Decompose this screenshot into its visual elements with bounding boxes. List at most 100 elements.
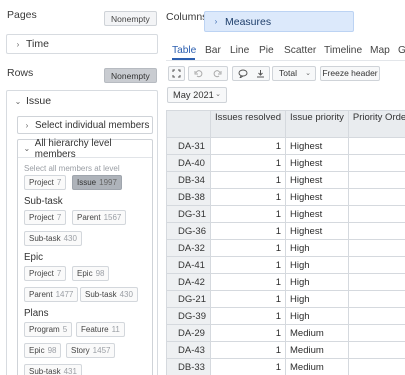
table-row: DA-411High2 bbox=[166, 256, 405, 274]
cell-issues-resolved: 1 bbox=[209, 154, 287, 172]
cell-priority-order: 1 bbox=[347, 154, 405, 172]
cell-priority-order: 3 bbox=[347, 324, 405, 342]
table-row: DG-211High2 bbox=[166, 290, 405, 308]
expand-button[interactable] bbox=[168, 66, 185, 81]
row-header-issue-key[interactable]: DG-36 bbox=[166, 222, 211, 240]
issue-header[interactable]: ⌄ Issue bbox=[7, 91, 157, 111]
tab-bar[interactable]: Bar bbox=[205, 45, 221, 56]
select-all-hint: Select all members at level bbox=[24, 164, 120, 173]
row-header-issue-key[interactable]: DA-43 bbox=[166, 341, 211, 359]
row-header-issue-key[interactable]: DB-34 bbox=[166, 171, 211, 189]
cell-issues-resolved: 1 bbox=[209, 239, 287, 257]
table-row: DG-311Highest1 bbox=[166, 205, 405, 223]
tab-more[interactable]: G bbox=[398, 45, 405, 56]
columns-title: Columns bbox=[166, 11, 208, 23]
tab-map[interactable]: Map bbox=[370, 45, 390, 56]
tab-line[interactable]: Line bbox=[230, 45, 249, 56]
chevron-right-icon: › bbox=[25, 120, 29, 130]
chip-subtask-subtask[interactable]: Sub-task 430 bbox=[24, 231, 82, 246]
cell-issues-resolved: 1 bbox=[209, 273, 287, 291]
header-issues-resolved[interactable]: Issues resolved bbox=[209, 110, 287, 138]
row-header-issue-key[interactable]: DG-39 bbox=[166, 307, 211, 325]
undo-icon[interactable] bbox=[191, 67, 206, 80]
header-priority-order[interactable]: Priority Order↑ bbox=[347, 110, 405, 138]
comment-icon[interactable] bbox=[235, 67, 250, 80]
corner-cell bbox=[166, 110, 211, 138]
row-header-issue-key[interactable]: DA-41 bbox=[166, 256, 211, 274]
cell-issues-resolved: 1 bbox=[209, 222, 287, 240]
chip-epic-parent[interactable]: Parent 1477 bbox=[24, 287, 79, 302]
total-dropdown[interactable]: Total ⌄ bbox=[272, 66, 316, 81]
cell-priority-order: 2 bbox=[347, 307, 405, 325]
all-hierarchy-header[interactable]: ⌄ All hierarchy level members bbox=[18, 138, 152, 160]
all-hierarchy-panel: ⌄ All hierarchy level members Select all… bbox=[17, 138, 153, 375]
tab-timeline[interactable]: Timeline bbox=[324, 45, 362, 56]
tab-table[interactable]: Table bbox=[172, 45, 196, 56]
chip-issue[interactable]: Issue 1997 bbox=[72, 175, 122, 190]
row-header-issue-key[interactable]: DG-21 bbox=[166, 290, 211, 308]
row-header-issue-key[interactable]: DG-31 bbox=[166, 205, 211, 223]
rows-title: Rows bbox=[7, 67, 34, 79]
cell-issue-priority: Medium bbox=[285, 341, 349, 359]
chip-epic-epic[interactable]: Epic 98 bbox=[72, 266, 110, 281]
row-header-issue-key[interactable]: DA-29 bbox=[166, 324, 211, 342]
chip-subtask-parent[interactable]: Parent 1567 bbox=[72, 210, 127, 225]
row-header-issue-key[interactable]: DB-38 bbox=[166, 188, 211, 206]
comment-export-group bbox=[232, 66, 270, 81]
cell-issue-priority: Highest bbox=[285, 205, 349, 223]
chip-epic-subtask[interactable]: Sub-task 430 bbox=[80, 287, 138, 302]
table-row: DA-291Medium3 bbox=[166, 324, 405, 342]
cell-issues-resolved: 1 bbox=[209, 358, 287, 375]
cell-issues-resolved: 1 bbox=[209, 341, 287, 359]
row-header-issue-key[interactable]: DB-33 bbox=[166, 358, 211, 375]
time-label: Time bbox=[26, 38, 49, 50]
chip-plans-program[interactable]: Program 5 bbox=[24, 322, 73, 337]
header-issue-priority[interactable]: Issue priority bbox=[285, 110, 349, 138]
measures-dimension[interactable]: › Measures bbox=[204, 11, 354, 32]
issue-dimension: ⌄ Issue › Select individual members ⌄ Al… bbox=[6, 90, 158, 375]
chip-plans-story[interactable]: Story 1457 bbox=[66, 343, 116, 358]
select-individual-members[interactable]: › Select individual members bbox=[17, 116, 153, 134]
cell-issue-priority: High bbox=[285, 307, 349, 325]
chip-epic-project[interactable]: Project 7 bbox=[24, 266, 67, 281]
chip-subtask-project[interactable]: Project 7 bbox=[24, 210, 67, 225]
pages-nonempty-button[interactable]: Nonempty bbox=[104, 11, 157, 26]
cell-issues-resolved: 1 bbox=[209, 205, 287, 223]
tab-pie[interactable]: Pie bbox=[259, 45, 274, 56]
chip-plans-subtask[interactable]: Sub-task 431 bbox=[24, 364, 82, 375]
table-row: DG-361Highest1 bbox=[166, 222, 405, 240]
cell-priority-order: 2 bbox=[347, 290, 405, 308]
row-header-issue-key[interactable]: DA-42 bbox=[166, 273, 211, 291]
row-header-issue-key[interactable]: DA-31 bbox=[166, 137, 211, 155]
table-row: DB-381Highest1 bbox=[166, 188, 405, 206]
tab-scatter[interactable]: Scatter bbox=[284, 45, 316, 56]
group-title-subtask: Sub-task bbox=[24, 196, 63, 207]
group-title-epic: Epic bbox=[24, 252, 44, 263]
chip-plans-epic[interactable]: Epic 98 bbox=[24, 343, 62, 358]
table-row: DA-421High2 bbox=[166, 273, 405, 291]
chip-plans-feature[interactable]: Feature 11 bbox=[76, 322, 125, 337]
row-header-issue-key[interactable]: DA-40 bbox=[166, 154, 211, 172]
cell-issues-resolved: 1 bbox=[209, 137, 287, 155]
expand-icon bbox=[169, 67, 184, 80]
cell-issues-resolved: 1 bbox=[209, 324, 287, 342]
cell-priority-order: 2 bbox=[347, 239, 405, 257]
time-dimension[interactable]: › Time bbox=[6, 34, 158, 54]
cell-issue-priority: High bbox=[285, 290, 349, 308]
date-filter-dropdown[interactable]: May 2021 ⌄ bbox=[167, 87, 227, 103]
cell-priority-order: 2 bbox=[347, 256, 405, 274]
cell-issue-priority: Highest bbox=[285, 222, 349, 240]
issue-label: Issue bbox=[26, 95, 52, 107]
rows-nonempty-button[interactable]: Nonempty bbox=[104, 68, 157, 83]
freeze-header-button[interactable]: Freeze header bbox=[320, 66, 380, 81]
cell-priority-order: 1 bbox=[347, 222, 405, 240]
chip-project[interactable]: Project 7 bbox=[24, 175, 67, 190]
redo-icon[interactable] bbox=[210, 67, 225, 80]
cell-issue-priority: High bbox=[285, 239, 349, 257]
total-label: Total bbox=[279, 68, 297, 78]
cell-issues-resolved: 1 bbox=[209, 307, 287, 325]
cell-priority-order: 2 bbox=[347, 273, 405, 291]
row-header-issue-key[interactable]: DA-32 bbox=[166, 239, 211, 257]
table-row: DA-311Highest1 bbox=[166, 137, 405, 155]
export-icon[interactable] bbox=[253, 67, 268, 80]
